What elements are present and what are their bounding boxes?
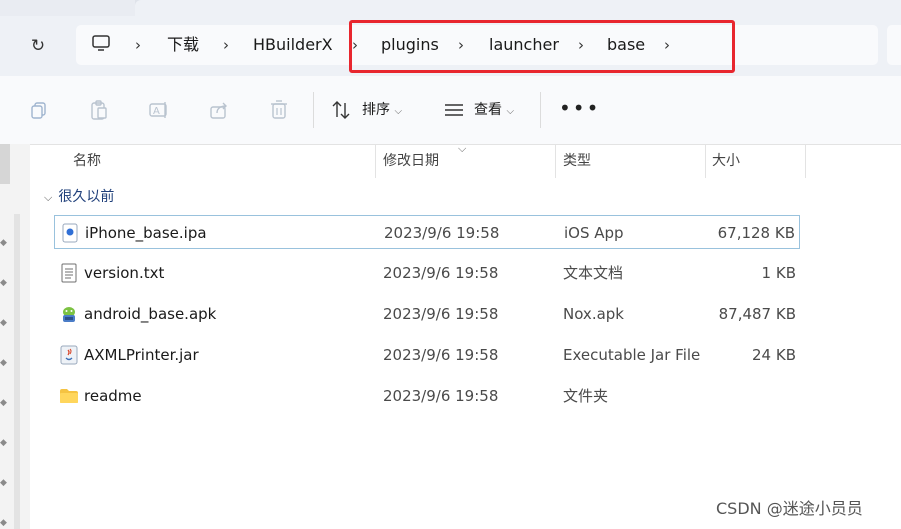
chevron-down-icon: ⌵ (394, 106, 403, 117)
svg-text:A: A (153, 106, 160, 117)
scrollbar-track[interactable] (14, 214, 20, 529)
group-header[interactable]: ⌵ 很久以前 (44, 186, 114, 208)
this-pc-icon[interactable] (92, 35, 110, 51)
navigation-pane (0, 144, 30, 529)
sort-icon[interactable] (330, 99, 352, 121)
view-icon[interactable] (443, 99, 465, 121)
breadcrumb-item-downloads[interactable]: 下载 (167, 34, 199, 56)
pin-icon: ◆ (0, 238, 7, 248)
folder-icon (60, 389, 78, 403)
pin-icon: ◆ (0, 278, 7, 288)
file-size: 87,487 KB (718, 305, 796, 323)
file-name: android_base.apk (84, 305, 217, 323)
file-row[interactable]: AXMLPrinter.jar 2023/9/6 19:58 Executabl… (54, 338, 800, 372)
file-type: Nox.apk (563, 305, 624, 323)
column-header-type[interactable]: 类型 (563, 150, 591, 172)
delete-icon[interactable] (268, 99, 290, 121)
file-row[interactable]: version.txt 2023/9/6 19:58 文本文档 1 KB (54, 256, 800, 290)
file-row[interactable]: readme 2023/9/6 19:58 文件夹 (54, 379, 800, 413)
column-divider[interactable] (705, 144, 706, 178)
file-date: 2023/9/6 19:58 (383, 305, 499, 323)
file-size: 24 KB (752, 346, 796, 364)
scrollbar-thumb[interactable] (0, 144, 10, 184)
column-divider[interactable] (375, 144, 376, 178)
file-size: 1 KB (761, 264, 796, 282)
search-box[interactable] (887, 25, 901, 65)
more-options-button[interactable]: ••• (559, 98, 598, 122)
sort-button[interactable]: 排序 ⌵ (362, 98, 402, 122)
breadcrumb-item-hbuilderx[interactable]: HBuilderX (253, 34, 333, 56)
file-type: Executable Jar File (563, 346, 701, 364)
view-label: 查看 (474, 102, 502, 118)
rename-icon[interactable]: A (148, 99, 170, 121)
file-date: 2023/9/6 19:58 (383, 387, 499, 405)
toolbar-divider (540, 92, 541, 128)
annotation-highlight-box (349, 20, 735, 73)
file-name: version.txt (84, 264, 165, 282)
breadcrumb-separator[interactable]: › (223, 34, 229, 56)
share-icon[interactable] (208, 99, 230, 121)
pin-icon: ◆ (0, 398, 7, 408)
file-name: iPhone_base.ipa (85, 224, 207, 242)
jar-file-icon (60, 345, 78, 365)
pin-icon: ◆ (0, 478, 7, 488)
pin-icon: ◆ (0, 438, 7, 448)
column-header-date[interactable]: 修改日期 (383, 150, 439, 172)
column-header-size[interactable]: 大小 (712, 150, 740, 172)
chevron-down-icon: ⌵ (44, 191, 53, 204)
file-size: 67,128 KB (717, 224, 795, 242)
column-divider[interactable] (555, 144, 556, 178)
active-tab[interactable] (135, 0, 901, 16)
text-file-icon (61, 263, 77, 283)
pin-icon: ◆ (0, 518, 7, 528)
file-type: iOS App (564, 224, 624, 242)
inactive-tab[interactable] (0, 0, 135, 16)
ipa-file-icon (62, 223, 78, 243)
file-date: 2023/9/6 19:58 (384, 224, 500, 242)
file-name: readme (84, 387, 142, 405)
file-name: AXMLPrinter.jar (84, 346, 199, 364)
view-button[interactable]: 查看 ⌵ (474, 98, 514, 122)
file-row[interactable]: iPhone_base.ipa 2023/9/6 19:58 iOS App 6… (54, 215, 800, 249)
paste-icon[interactable] (88, 99, 110, 121)
file-type: 文件夹 (563, 387, 609, 405)
copy-icon[interactable] (28, 99, 50, 121)
chevron-down-icon: ⌵ (506, 106, 515, 117)
file-type: 文本文档 (563, 264, 624, 282)
sort-label: 排序 (362, 102, 390, 118)
group-label: 很久以前 (58, 189, 115, 205)
tab-strip (0, 0, 901, 16)
column-header-name[interactable]: 名称 (73, 150, 101, 172)
apk-file-icon (63, 307, 75, 322)
pin-icon: ◆ (0, 358, 7, 368)
file-row[interactable]: android_base.apk 2023/9/6 19:58 Nox.apk … (54, 297, 800, 331)
refresh-icon[interactable]: ↻ (26, 36, 50, 56)
pin-icon: ◆ (0, 318, 7, 328)
column-divider[interactable] (805, 144, 806, 178)
watermark: CSDN @迷途小员员 (716, 499, 863, 518)
file-date: 2023/9/6 19:58 (383, 346, 499, 364)
breadcrumb-separator[interactable]: › (135, 34, 141, 56)
sort-indicator-icon: ⌵ (458, 142, 467, 155)
file-date: 2023/9/6 19:58 (383, 264, 499, 282)
toolbar-divider (313, 92, 314, 128)
